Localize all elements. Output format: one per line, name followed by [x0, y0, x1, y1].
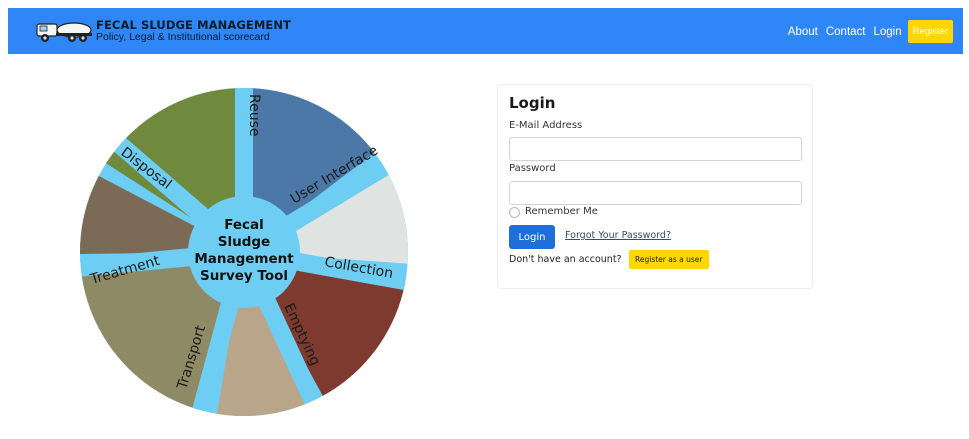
nav-about-link[interactable]: About — [788, 26, 818, 38]
brand-subtitle: Policy, Legal & Institutional scorecard — [96, 31, 270, 43]
wheel-graphic: Fecal Sludge Management Survey Tool Reus… — [80, 88, 408, 416]
login-button[interactable]: Login — [509, 225, 555, 249]
brand[interactable]: FECAL SLUDGE MANAGEMENT Policy, Legal & … — [36, 17, 291, 45]
login-card: Login E-Mail Address Password Remember M… — [497, 84, 813, 289]
nav-links: About Contact Login Register — [780, 20, 953, 43]
nav-register-button[interactable]: Register — [907, 20, 953, 43]
nav-contact-link[interactable]: Contact — [826, 26, 866, 38]
no-account-text: Don't have an account? — [509, 254, 622, 265]
center-line-3: Management — [194, 251, 294, 267]
truck-logo-icon — [36, 22, 92, 42]
segment-reuse: Reuse — [246, 94, 262, 137]
fsm-process-wheel: Fecal Sludge Management Survey Tool Reus… — [76, 84, 412, 420]
remember-me-checkbox[interactable] — [509, 207, 520, 218]
email-label: E-Mail Address — [509, 120, 583, 131]
brand-title: FECAL SLUDGE MANAGEMENT — [96, 17, 291, 32]
center-line-1: Fecal — [224, 217, 264, 233]
register-as-user-button[interactable]: Register as a user — [629, 250, 709, 269]
login-title: Login — [509, 94, 556, 112]
center-line-2: Sludge — [218, 234, 270, 250]
top-navbar: FECAL SLUDGE MANAGEMENT Policy, Legal & … — [8, 8, 963, 54]
password-label: Password — [509, 163, 556, 174]
remember-me-label: Remember Me — [525, 206, 598, 217]
forgot-password-link[interactable]: Forgot Your Password? — [565, 230, 671, 241]
nav-login-link[interactable]: Login — [873, 26, 901, 38]
password-field[interactable] — [509, 181, 802, 205]
email-field[interactable] — [509, 137, 802, 161]
center-line-4: Survey Tool — [200, 268, 288, 284]
